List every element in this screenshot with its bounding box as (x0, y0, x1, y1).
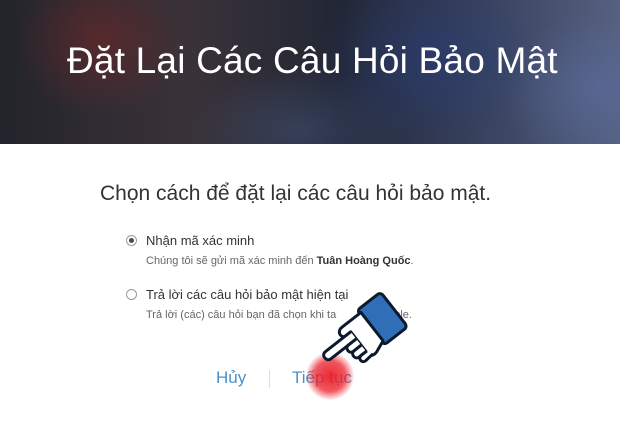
cancel-button[interactable]: Hủy (216, 368, 246, 388)
radio-verification-code[interactable] (126, 235, 137, 246)
page-title: Đặt Lại Các Câu Hỏi Bảo Mật (67, 40, 558, 81)
description-text-start: Trả lời (các) câu hỏi bạn đã chọn khi ta (146, 309, 337, 321)
option-verification-code-description: Chúng tôi sẽ gửi mã xác minh đến Tuân Ho… (146, 255, 414, 267)
action-divider (269, 370, 270, 388)
option-verification-code-label: Nhận mã xác minh (146, 233, 255, 248)
header-banner: Đặt Lại Các Câu Hỏi Bảo Mật (0, 0, 620, 144)
recipient-name: Tuân Hoàng Quốc (316, 255, 411, 267)
description-period: . (410, 255, 414, 267)
pointing-hand-icon (322, 292, 408, 364)
reset-method-prompt: Chọn cách để đặt lại các câu hỏi bảo mật… (100, 182, 492, 205)
description-text: Chúng tôi sẽ gửi mã xác minh đến (146, 255, 317, 267)
radio-security-questions[interactable] (126, 289, 137, 300)
